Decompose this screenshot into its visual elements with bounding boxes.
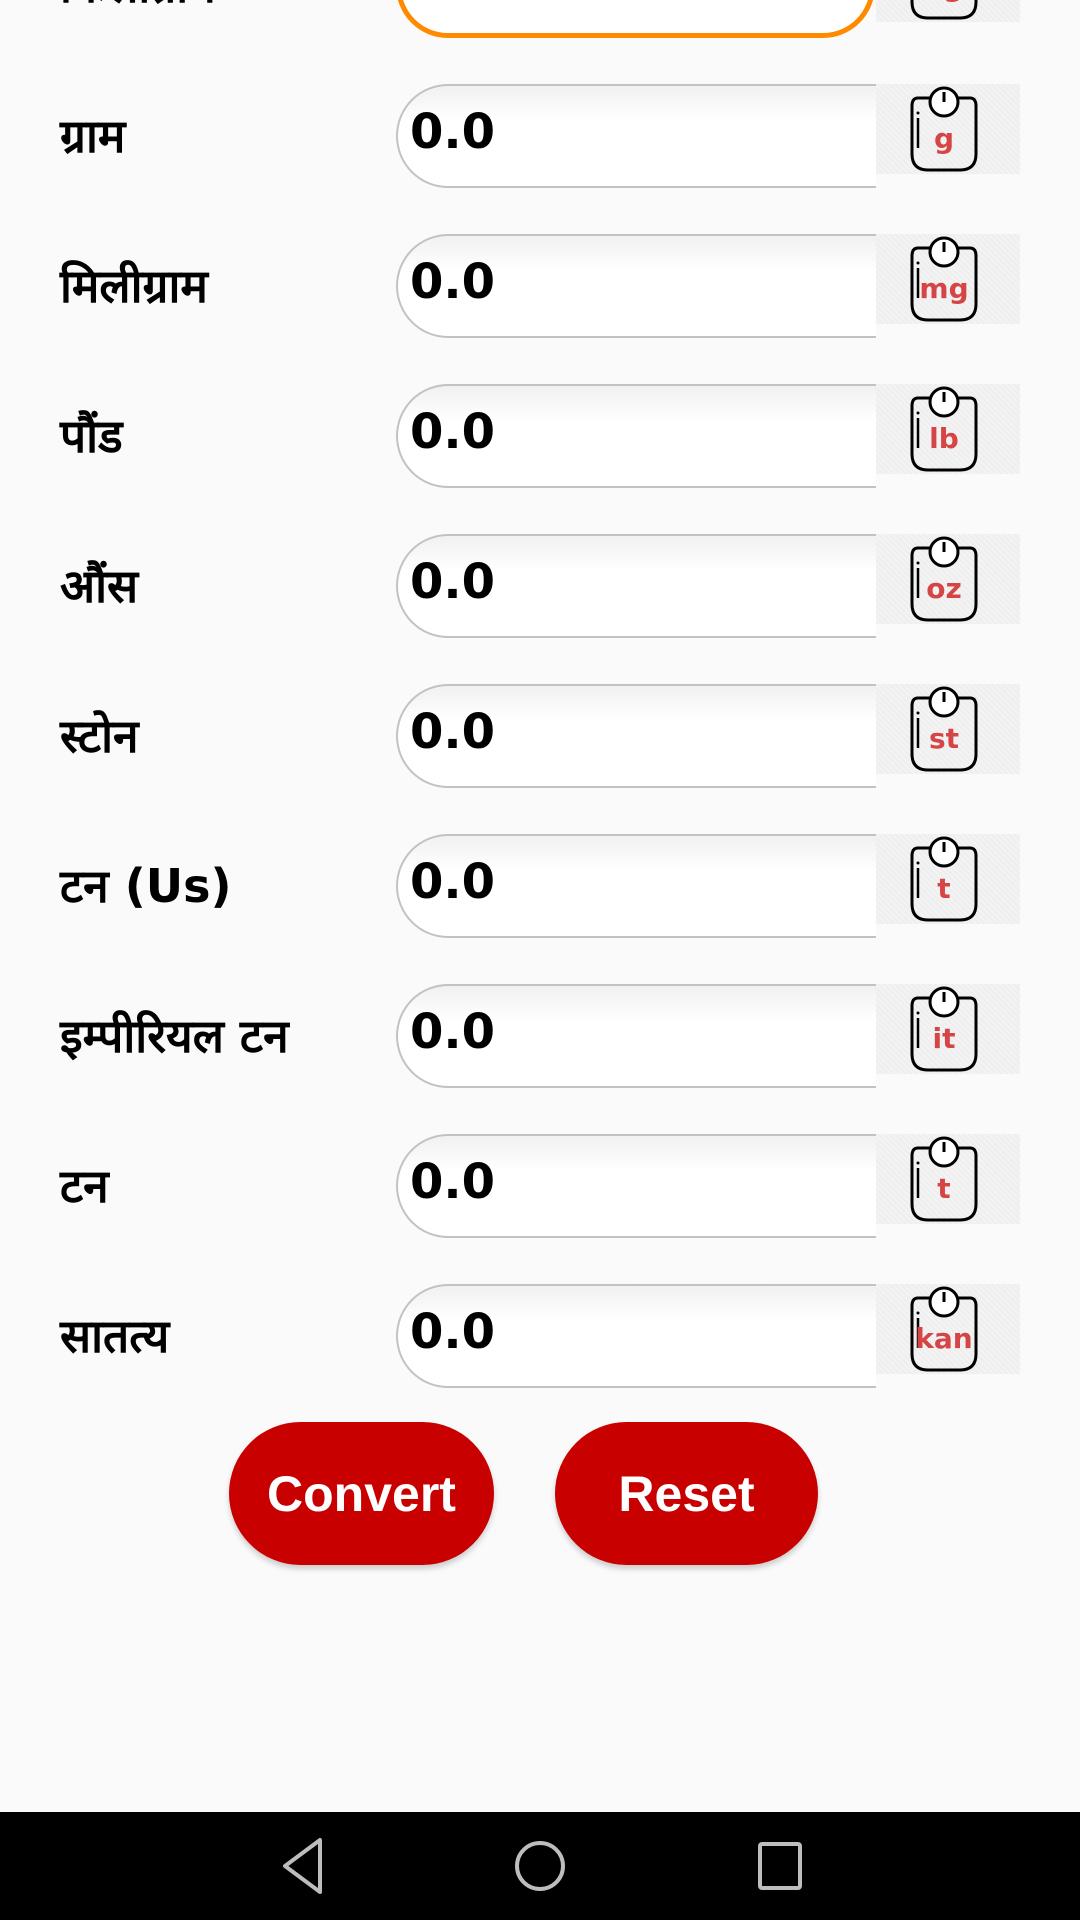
conversion-row: इम्पीरियल टन 0.0 it xyxy=(0,984,1080,1088)
unit-symbol: mg xyxy=(919,272,969,305)
home-icon[interactable] xyxy=(505,1834,575,1898)
reset-button[interactable]: Reset xyxy=(555,1422,818,1565)
value-input[interactable]: 0.0 xyxy=(396,684,876,788)
unit-label: सातत्य xyxy=(60,1309,170,1363)
conversion-row: सातत्य 0.0 kan xyxy=(0,1284,1080,1388)
value-input[interactable]: 0.0 xyxy=(396,834,876,938)
value-input[interactable]: 0.0 xyxy=(396,0,875,38)
unit-label: टन xyxy=(60,1159,109,1213)
unit-label: औंस xyxy=(60,559,139,613)
unit-symbol: kan xyxy=(915,1322,973,1355)
unit-symbol: lb xyxy=(929,422,959,455)
value-input[interactable]: 0.0 xyxy=(396,984,876,1088)
value-input[interactable]: 0.0 xyxy=(396,234,876,338)
value-input[interactable]: 0.0 xyxy=(396,1284,876,1388)
unit-label: ग्राम xyxy=(60,109,126,163)
back-icon[interactable] xyxy=(265,1834,335,1898)
conversion-row: किलोग्राम 0.0 kg xyxy=(0,0,1080,38)
value-input[interactable]: 0.0 xyxy=(396,384,876,488)
unit-icon-button[interactable]: t xyxy=(876,1134,1020,1224)
unit-icon-button[interactable]: kan xyxy=(876,1284,1020,1374)
unit-label: टन (Us) xyxy=(60,859,232,913)
unit-label: मिलीग्राम xyxy=(60,259,208,313)
unit-symbol: kg xyxy=(908,0,980,4)
unit-label: किलोग्राम xyxy=(60,0,216,38)
unit-label: स्टोन xyxy=(60,709,139,763)
unit-symbol: it xyxy=(932,1022,956,1055)
unit-label: इम्पीरियल टन xyxy=(60,1009,289,1063)
convert-button[interactable]: Convert xyxy=(229,1422,494,1565)
conversion-row: पौंड 0.0 lb xyxy=(0,384,1080,488)
recents-icon[interactable] xyxy=(745,1834,815,1898)
conversion-row: ग्राम 0.0 g xyxy=(0,84,1080,188)
unit-label: पौंड xyxy=(60,409,123,463)
unit-symbol: t xyxy=(937,1172,951,1205)
unit-symbol: g xyxy=(933,122,955,155)
unit-symbol: st xyxy=(928,722,960,755)
unit-icon-button[interactable]: st xyxy=(876,684,1020,774)
conversion-row: टन 0.0 t xyxy=(0,1134,1080,1238)
system-navigation-bar xyxy=(0,1812,1080,1920)
conversion-row: टन (Us) 0.0 t xyxy=(0,834,1080,938)
unit-icon-button[interactable]: oz xyxy=(876,534,1020,624)
unit-icon-button[interactable]: lb xyxy=(876,384,1020,474)
conversion-row: मिलीग्राम 0.0 mg xyxy=(0,234,1080,338)
unit-icon-button[interactable]: t xyxy=(876,834,1020,924)
unit-icon-button[interactable]: it xyxy=(876,984,1020,1074)
conversion-row: औंस 0.0 oz xyxy=(0,534,1080,638)
value-input[interactable]: 0.0 xyxy=(396,534,876,638)
unit-icon-button[interactable]: g xyxy=(876,84,1020,174)
unit-icon-button[interactable]: mg xyxy=(876,234,1020,324)
unit-icon-button[interactable]: kg xyxy=(876,0,1020,22)
unit-symbol: t xyxy=(937,872,951,905)
value-input[interactable]: 0.0 xyxy=(396,84,876,188)
conversion-row: स्टोन 0.0 st xyxy=(0,684,1080,788)
value-input[interactable]: 0.0 xyxy=(396,1134,876,1238)
unit-symbol: oz xyxy=(926,572,962,605)
